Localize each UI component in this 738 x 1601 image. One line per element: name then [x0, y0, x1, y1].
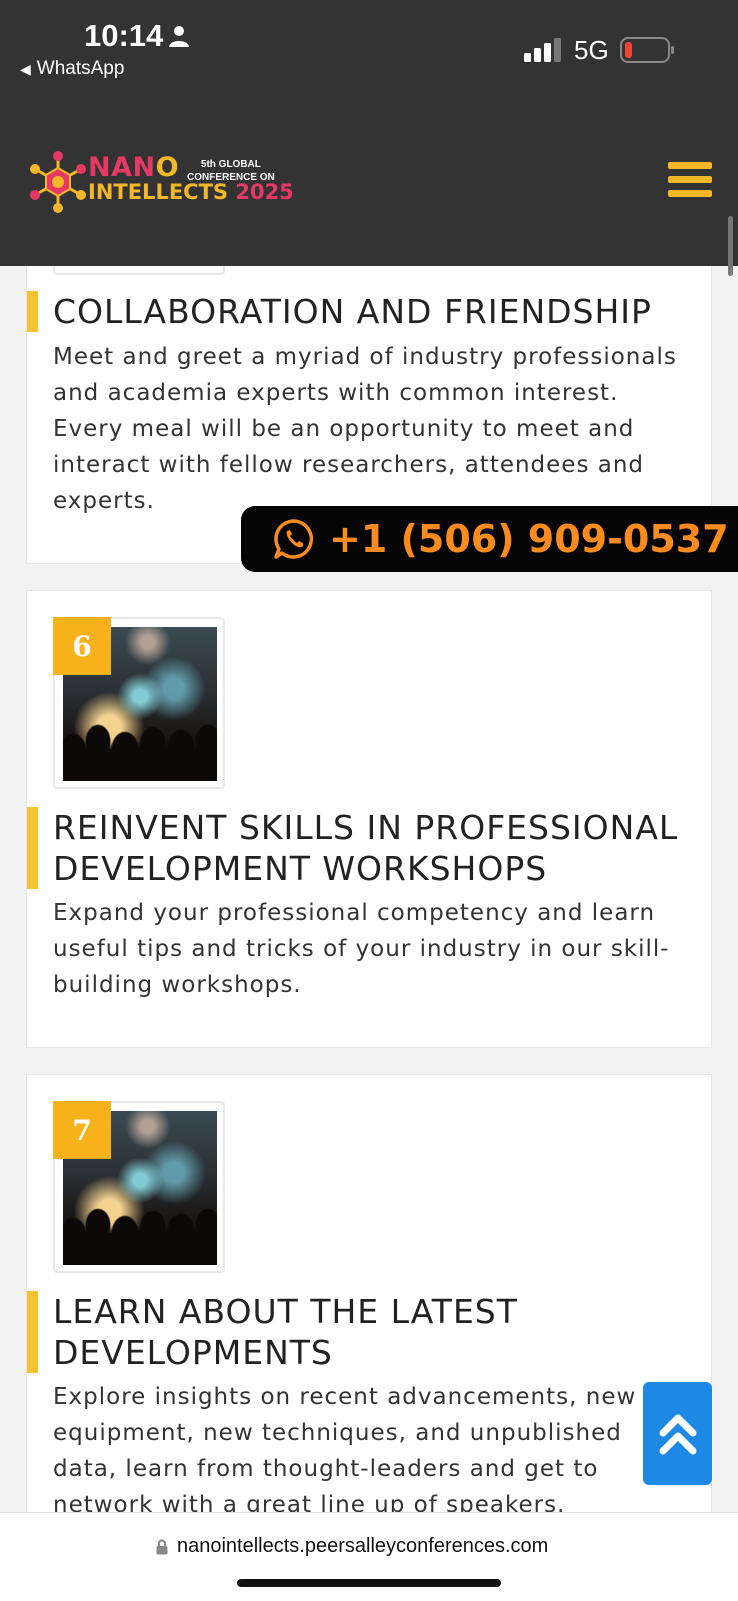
back-to-top-button[interactable] [643, 1382, 712, 1485]
back-app-label: WhatsApp [36, 58, 125, 79]
logo-text-nano: NANO [88, 152, 180, 183]
logo-subtitle: 5th GLOBAL CONFERENCE ON [187, 159, 275, 183]
title-accent-bar [27, 1291, 38, 1373]
card-description: Meet and greet a myriad of industry prof… [53, 344, 677, 514]
feature-card-developments: 7 LEARN ABOUT THE LATEST DEVELOPMENTS Ex… [26, 1074, 712, 1556]
feature-card-workshops: 6 REINVENT SKILLS IN PROFESSIONAL DEVELO… [26, 590, 712, 1048]
person-icon [169, 26, 189, 47]
whatsapp-icon [274, 519, 314, 559]
conference-logo[interactable]: NANO INTELLECTS 2025 5th GLOBAL CONFERENC… [28, 150, 294, 218]
whatsapp-phone-number: +1 (506) 909-0537 [329, 517, 729, 561]
back-to-app-link[interactable]: ◀ WhatsApp [20, 58, 124, 80]
number-badge: 6 [53, 617, 111, 675]
battery-icon [620, 37, 674, 63]
url-text: nanointellects.peersalleyconferences.com [177, 1535, 549, 1557]
molecule-icon [30, 151, 86, 213]
hamburger-menu-icon[interactable] [668, 162, 712, 202]
chevrons-up-icon [659, 1414, 696, 1454]
whatsapp-contact-button[interactable]: +1 (506) 909-0537 [241, 506, 738, 572]
card-title: REINVENT SKILLS IN PROFESSIONAL DEVELOPM… [53, 808, 679, 888]
signal-icon [524, 38, 561, 62]
thumbnail-frame: 7 [53, 1101, 225, 1273]
title-accent-bar [27, 807, 38, 889]
status-time: 10:14 [84, 18, 164, 53]
title-accent-bar [27, 291, 38, 332]
site-header: 10:14 ◀ WhatsApp 5G NANO INTELLECTS 2025… [0, 0, 738, 266]
back-arrow-icon: ◀ [20, 61, 31, 77]
lock-icon [156, 1539, 168, 1554]
network-type: 5G [574, 35, 609, 65]
home-indicator[interactable] [237, 1579, 501, 1587]
scrollbar[interactable] [728, 216, 733, 276]
card-title: COLLABORATION AND FRIENDSHIP [53, 292, 652, 331]
card-title: LEARN ABOUT THE LATEST DEVELOPMENTS [53, 1292, 518, 1372]
thumbnail-frame: 6 [53, 617, 225, 789]
card-description: Explore insights on recent advancements,… [53, 1384, 637, 1518]
browser-address-bar[interactable]: nanointellects.peersalleyconferences.com [0, 1512, 738, 1601]
card-description: Expand your professional competency and … [53, 900, 670, 998]
url-display[interactable]: nanointellects.peersalleyconferences.com [156, 1535, 596, 1558]
number-badge: 7 [53, 1101, 111, 1159]
